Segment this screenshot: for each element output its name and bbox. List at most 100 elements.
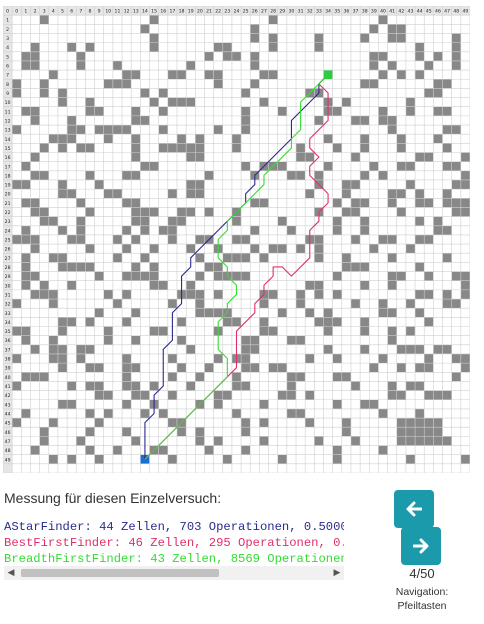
wall-cell: [442, 289, 452, 300]
column-label: 17: [169, 9, 175, 15]
wall-cell: [140, 216, 150, 226]
wall-cell: [76, 234, 86, 245]
wall-cell: [442, 106, 452, 116]
wall-cell: [387, 198, 397, 208]
wall-cell: [369, 24, 379, 34]
column-label: 40: [380, 9, 386, 15]
column-label: 8: [89, 9, 92, 15]
column-label: 3: [43, 9, 46, 15]
prev-button[interactable]: [394, 490, 434, 528]
wall-cell: [268, 363, 278, 373]
wall-cell: [341, 427, 351, 437]
column-label: 14: [142, 9, 148, 15]
wall-cell: [67, 42, 77, 52]
wall-cell: [195, 436, 205, 446]
scroll-right-icon[interactable]: ▶: [330, 566, 344, 580]
column-label: 12: [124, 9, 130, 15]
wall-cell: [424, 317, 434, 327]
row-label: 41: [5, 384, 11, 390]
wall-cell: [140, 24, 150, 34]
wall-cell: [158, 106, 168, 116]
wall-cell: [350, 436, 361, 446]
wall-cell: [442, 198, 452, 208]
wall-cell: [30, 198, 40, 208]
wall-cell: [30, 289, 40, 300]
column-label: 38: [362, 9, 368, 15]
row-label: 25: [5, 238, 11, 244]
wall-cell: [103, 335, 113, 345]
wall-cell: [314, 436, 324, 446]
wall-cell: [186, 280, 196, 290]
wall-cell: [314, 115, 324, 126]
wall-cell: [323, 308, 333, 318]
wall-cell: [378, 408, 388, 419]
column-label: 4: [52, 9, 55, 15]
wall-cell: [268, 244, 278, 254]
column-label: 16: [160, 9, 166, 15]
wall-cell: [405, 454, 416, 464]
row-label: 2: [6, 27, 9, 33]
row-label: 18: [5, 173, 11, 179]
wall-cell: [21, 372, 31, 382]
wall-cell: [213, 353, 223, 364]
result-bestfirst: BestFirstFinder: 46 Zellen, 295 Operatio…: [4, 536, 344, 550]
wall-cell: [176, 143, 187, 153]
wall-cell: [241, 418, 251, 428]
next-button[interactable]: [401, 527, 441, 565]
wall-cell: [460, 280, 470, 290]
scroll-left-icon[interactable]: ◀: [4, 566, 18, 580]
results-panel[interactable]: AStarFinder: 44 Zellen, 703 Operationen,…: [4, 519, 344, 567]
wall-cell: [323, 134, 333, 144]
wall-cell: [57, 344, 68, 354]
scrollbar-thumb[interactable]: [21, 569, 219, 577]
wall-cell: [286, 170, 297, 180]
column-label: 45: [426, 9, 432, 15]
row-label: 13: [5, 128, 11, 134]
wall-cell: [250, 33, 260, 43]
wall-cell: [268, 326, 278, 336]
wall-cell: [332, 198, 342, 208]
wall-cell: [286, 381, 297, 391]
wall-cell: [122, 353, 132, 364]
wall-cell: [213, 70, 223, 80]
wall-cell: [314, 317, 324, 327]
wall-cell: [332, 445, 342, 455]
wall-cell: [30, 115, 40, 126]
column-label: 18: [179, 9, 185, 15]
wall-cell: [241, 344, 251, 354]
wall-cell: [387, 234, 397, 245]
wall-cell: [460, 170, 470, 180]
wall-cell: [85, 170, 95, 180]
wall-cell: [433, 106, 443, 116]
wall-cell: [122, 372, 132, 382]
wall-cell: [122, 289, 132, 300]
wall-cell: [21, 326, 31, 336]
wall-cell: [195, 299, 205, 309]
wall-cell: [12, 88, 22, 98]
row-label: 24: [5, 228, 11, 234]
wall-cell: [39, 436, 49, 446]
wall-cell: [387, 308, 397, 318]
wall-cell: [442, 299, 452, 309]
wall-cell: [30, 106, 40, 116]
wall-cell: [369, 399, 379, 409]
wall-cell: [149, 280, 159, 290]
wall-cell: [369, 363, 379, 373]
wall-cell: [268, 33, 278, 43]
wall-cell: [39, 289, 49, 300]
wall-cell: [241, 363, 251, 373]
wall-cell: [122, 271, 132, 281]
horizontal-scrollbar[interactable]: ◀ ▶: [4, 566, 344, 580]
wall-cell: [213, 42, 223, 52]
wall-cell: [39, 207, 49, 217]
wall-cell: [186, 143, 196, 153]
wall-cell: [149, 271, 159, 281]
page-counter: 4/50: [409, 566, 435, 581]
wall-cell: [48, 70, 58, 80]
wall-cell: [350, 152, 361, 162]
wall-cell: [305, 189, 315, 199]
wall-cell: [21, 106, 31, 116]
wall-cell: [332, 143, 342, 153]
wall-cell: [48, 344, 58, 354]
column-label: 6: [70, 9, 73, 15]
